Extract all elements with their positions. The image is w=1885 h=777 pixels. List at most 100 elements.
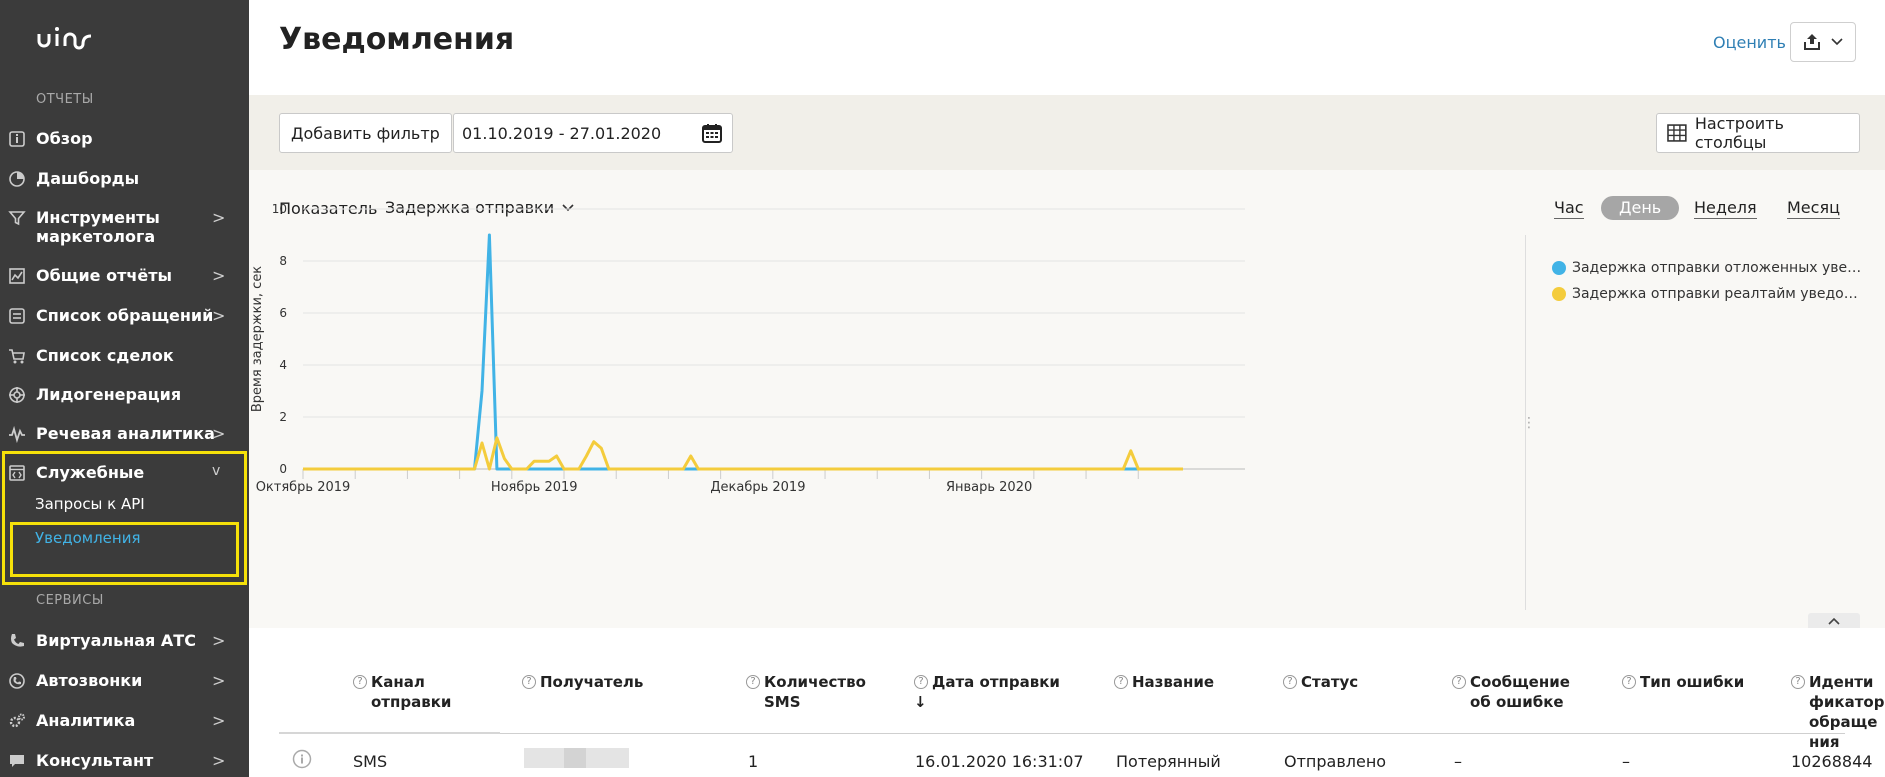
legend-item-realtime[interactable]: Задержка отправки реалтайм уведомлений [1552, 286, 1862, 302]
help-icon[interactable]: ? [1114, 675, 1128, 689]
help-icon[interactable]: ? [1791, 675, 1805, 689]
period-hour[interactable]: Час [1554, 198, 1584, 219]
cell-send-date: 16.01.2020 16:31:07 [915, 752, 1084, 771]
legend-dot-blue [1552, 261, 1566, 275]
x-tick-label: Октябрь 2019 [256, 480, 351, 495]
configure-columns-button[interactable]: Настроить столбцы [1656, 113, 1860, 153]
sidebar-item-analytics[interactable]: Аналитика > [0, 711, 249, 733]
share-export-icon [1804, 34, 1820, 50]
cell-status: Отправлено [1284, 752, 1387, 771]
column-header-label: Канал отправки [371, 673, 452, 711]
help-icon[interactable]: ? [914, 675, 928, 689]
column-header-recipient[interactable]: ? Получатель [522, 672, 712, 692]
section-title-services: СЕРВИСЫ [36, 593, 104, 608]
add-filter-button[interactable]: Добавить фильтр [279, 113, 452, 153]
sidebar-subitem-api-requests[interactable]: Запросы к API [35, 495, 145, 513]
x-tick-label: Январь 2020 [946, 480, 1032, 495]
period-day[interactable]: День [1601, 196, 1680, 220]
sidebar-item-label: Обзор [36, 129, 93, 148]
column-header-name[interactable]: ? Название [1114, 672, 1244, 692]
help-icon[interactable]: ? [1283, 675, 1297, 689]
auto-call-icon [7, 671, 27, 691]
uiscom-logo[interactable] [37, 26, 93, 50]
y-tick-label: 10 [272, 202, 287, 216]
sidebar-item-overview[interactable]: Обзор [0, 129, 249, 151]
header-divider [279, 732, 500, 734]
code-window-icon [7, 463, 27, 483]
column-header-label: Сообщение об ошибке [1470, 673, 1570, 711]
sidebar-item-requests-list[interactable]: Список обращений > [0, 306, 249, 328]
series-line-1[interactable] [303, 436, 1183, 471]
sidebar-item-service[interactable]: Служебные v [0, 463, 249, 485]
chevron-right-icon: > [212, 751, 226, 770]
chevron-right-icon: > [212, 306, 226, 325]
period-week[interactable]: Неделя [1694, 198, 1757, 219]
sidebar-item-label: Аналитика [36, 711, 136, 730]
column-header-label: Тип ошибки [1640, 673, 1745, 691]
lifebuoy-icon [7, 385, 27, 405]
sidebar-item-dashboards[interactable]: Дашборды [0, 169, 249, 191]
waveform-icon [7, 424, 27, 444]
date-range-value: 01.10.2019 - 27.01.2020 [462, 123, 662, 143]
period-month[interactable]: Месяц [1787, 198, 1840, 219]
sidebar-item-leadgen[interactable]: Лидогенерация [0, 385, 249, 407]
rate-link[interactable]: Оценить [1713, 33, 1786, 52]
sidebar-item-deals-list[interactable]: Список сделок [0, 346, 249, 368]
chart-panel: Показатель Задержка отправки Час День Не… [249, 170, 1885, 628]
help-icon[interactable]: ? [353, 675, 367, 689]
cell-sms-count: 1 [748, 752, 759, 771]
sidebar-item-label: Автозвонки [36, 671, 143, 690]
main-content: Уведомления Оценить Добавить фильтр 01.1… [249, 0, 1885, 777]
calendar-icon[interactable] [702, 123, 722, 143]
y-tick-label: 0 [279, 462, 287, 476]
help-icon[interactable]: ? [522, 675, 536, 689]
column-header-status[interactable]: ? Статус [1283, 672, 1413, 692]
y-axis-label: Время задержки, сек [250, 266, 265, 412]
y-tick-label: 2 [279, 410, 287, 424]
help-icon[interactable]: ? [1452, 675, 1466, 689]
legend-label: Задержка отправки отложенных уведомлений [1572, 260, 1862, 276]
section-title-reports: ОТЧЕТЫ [36, 92, 94, 107]
sidebar-item-label: Лидогенерация [36, 385, 182, 404]
chevron-right-icon: > [212, 631, 226, 650]
sidebar-item-autocalls[interactable]: Автозвонки > [0, 671, 249, 693]
resize-handle-icon[interactable]: ⋮ [1522, 415, 1536, 431]
gears-icon [7, 711, 27, 731]
sidebar-item-virtual-pbx[interactable]: Виртуальная АТС > [0, 631, 249, 653]
legend-item-delayed[interactable]: Задержка отправки отложенных уведомлений [1552, 260, 1862, 276]
sidebar-subitem-notifications[interactable]: Уведомления [35, 529, 140, 547]
column-header-request-id[interactable]: ? Идентификатор обращения [1791, 672, 1885, 752]
chat-icon [7, 751, 27, 771]
line-chart: 0 2 4 6 8 10 Октябрь 2019 Ноябрь 2019 Декабрь 20… [250, 202, 1245, 495]
column-header-error-type[interactable]: ? Тип ошибки [1622, 672, 1752, 692]
sidebar-item-speech-analytics[interactable]: Речевая аналитика > [0, 424, 249, 446]
row-info-icon[interactable] [292, 749, 312, 773]
help-icon[interactable]: ? [746, 675, 760, 689]
date-range-input[interactable]: 01.10.2019 - 27.01.2020 [453, 113, 733, 153]
column-header-send-date[interactable]: ? Дата отправки ↓ [914, 672, 1084, 712]
sidebar-item-consultant[interactable]: Консультант > [0, 751, 249, 773]
chevron-right-icon: > [212, 208, 226, 227]
column-header-label: Статус [1301, 673, 1359, 691]
legend-dot-yellow [1552, 287, 1566, 301]
sidebar: ОТЧЕТЫ Обзор Дашборды Инструменты маркет… [0, 0, 249, 777]
column-header-sms-count[interactable]: ? Количество SMS [746, 672, 876, 712]
export-button[interactable] [1790, 22, 1856, 62]
sort-desc-icon[interactable]: ↓ [914, 692, 1084, 712]
help-icon[interactable]: ? [1622, 675, 1636, 689]
sidebar-item-label: Виртуальная АТС [36, 631, 196, 650]
column-header-channel[interactable]: ? Канал отправки [353, 672, 483, 712]
cell-error-type: – [1622, 752, 1630, 771]
series-line-0[interactable] [303, 233, 1183, 471]
sidebar-item-label: Речевая аналитика [36, 424, 215, 443]
sidebar-item-general-reports[interactable]: Общие отчёты > [0, 266, 249, 288]
sidebar-item-marketing-tools[interactable]: Инструменты маркетолога > [0, 208, 249, 248]
column-header-error-message[interactable]: ? Сообщение об ошибке [1452, 672, 1582, 712]
info-icon [7, 129, 27, 149]
sidebar-item-label: Консультант [36, 751, 154, 770]
sidebar-item-label: Общие отчёты [36, 266, 172, 285]
line-chart-icon [7, 266, 27, 286]
collapse-chart-button[interactable] [1808, 613, 1860, 628]
column-header-label: Дата отправки [932, 673, 1060, 691]
page-title: Уведомления [279, 22, 515, 57]
